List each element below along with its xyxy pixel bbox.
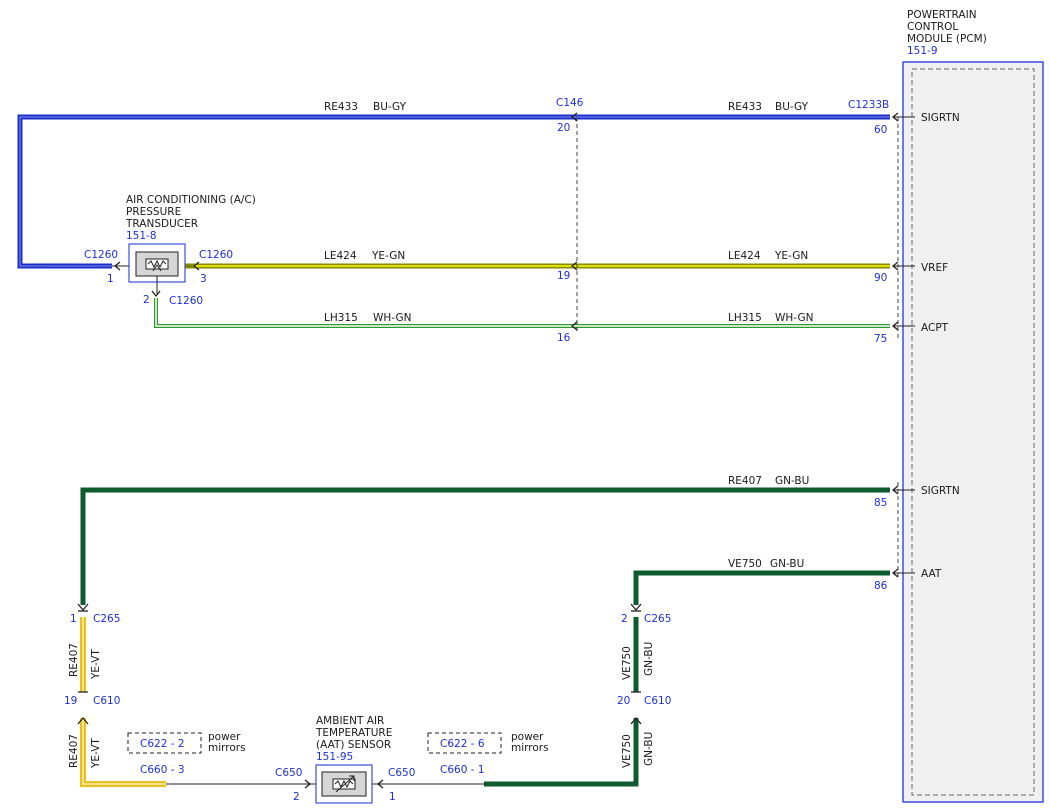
re433-color-left: BU-GY [373,101,407,113]
splice-right-note2: mirrors [511,742,549,754]
re433-circuit-left: RE433 [324,101,358,113]
ac-connector-bottom: C1260 [169,295,203,307]
ve750-color-low: GN-BU [643,732,655,766]
c146-pin-16: 16 [557,332,571,344]
aat-connector-right: C650 [388,767,415,779]
pcm-module: POWERTRAIN CONTROL MODULE (PCM) 151-9 SI… [848,9,1044,803]
pcm-pin-label-sigrtn2: SIGRTN [921,485,960,497]
ac-pin-3: 3 [200,273,207,285]
splice-left-note2: mirrors [208,742,246,754]
re407-circuit-low: RE407 [68,734,80,768]
c146-label: C146 [556,97,584,109]
re433-color-right: BU-GY [775,101,809,113]
ve750-color-top: GN-BU [770,558,804,570]
pcm-pin-90: 90 [874,272,887,284]
pcm-pin-85: 85 [874,497,887,509]
c610-pin-19: 19 [64,695,77,707]
c146-pin-19: 19 [557,270,570,282]
ac-title-line1: AIR CONDITIONING (A/C) [126,194,256,206]
pcm-pin-label-acpt: ACPT [921,322,949,334]
aat-pin-1: 1 [389,791,396,803]
re407-circuit-top: RE407 [728,475,762,487]
pcm-ref: 151-9 [907,45,938,57]
aat-connector-left: C650 [275,767,302,779]
lh315-color-left: WH-GN [373,312,411,324]
c610-label-right: C610 [644,695,671,707]
pcm-pin-75: 75 [874,333,887,345]
c610-label-left: C610 [93,695,120,707]
le424-circuit-right: LE424 [728,250,761,262]
ac-title-line3: TRANSDUCER [125,218,198,230]
aat-title-line3: (AAT) SENSOR [316,739,391,751]
lh315-color-right: WH-GN [775,312,813,324]
le424-color-left: YE-GN [371,250,405,262]
aat-title-line1: AMBIENT AIR [316,715,384,727]
pcm-pin-label-vref: VREF [921,262,948,274]
splice-left: C622 - 2 power mirrors C660 - 3 [127,731,246,776]
pcm-arrows [891,112,899,578]
c265-pin-1: 1 [70,613,77,625]
splice-left-connector: C660 - 3 [140,764,185,776]
ve750-circuit-low: VE750 [621,734,633,768]
re407-color-top: GN-BU [775,475,809,487]
pcm-pin-label-aat: AAT [921,568,942,580]
c265-label-right: C265 [644,613,671,625]
splice-left-ref: C622 - 2 [140,738,185,750]
re407-color-low: YE-VT [90,738,102,769]
aat-ref: 151-95 [316,751,353,763]
ac-ref: 151-8 [126,230,157,242]
c610-pin-20: 20 [617,695,630,707]
ve750-circuit-top: VE750 [728,558,762,570]
ac-connector-right: C1260 [199,249,233,261]
ac-pin-1: 1 [107,273,114,285]
c265-label-left: C265 [93,613,120,625]
lh315-circuit-right: LH315 [728,312,762,324]
aat-title-line2: TEMPERATURE [315,727,392,739]
aat-pin-2: 2 [293,791,300,803]
ve750-circuit-mid: VE750 [621,646,633,680]
c146-pin-20: 20 [557,122,570,134]
c265-pin-2: 2 [621,613,628,625]
ac-pressure-transducer: AIR CONDITIONING (A/C) PRESSURE TRANSDUC… [84,194,256,307]
c265-connector: 1 C265 2 C265 [70,603,671,625]
re407-color-mid: YE-VT [90,649,102,680]
ac-title-line2: PRESSURE [126,206,181,218]
pcm-pin-label-sigrtn1: SIGRTN [921,112,960,124]
ve750-color-mid: GN-BU [643,642,655,676]
re407-circuit-mid: RE407 [68,643,80,677]
wire-le424: LE424 YE-GN LE424 YE-GN [185,250,890,269]
lh315-circuit-left: LH315 [324,312,358,324]
pcm-pin-86: 86 [874,580,888,592]
aat-sensor: AMBIENT AIR TEMPERATURE (AAT) SENSOR 151… [166,715,484,804]
wire-lh315: LH315 WH-GN LH315 WH-GN [154,298,890,328]
pcm-connector-label: C1233B [848,99,889,111]
pcm-title-line1: POWERTRAIN [907,9,977,21]
c146-connector: C146 20 19 16 [556,97,584,344]
le424-color-right: YE-GN [774,250,808,262]
ac-connector-left: C1260 [84,249,118,261]
pcm-title-line2: CONTROL [907,21,958,33]
pcm-pin-60: 60 [874,124,887,136]
le424-circuit-left: LE424 [324,250,357,262]
splice-right-connector: C660 - 1 [440,764,485,776]
splice-right: C622 - 6 power mirrors C660 - 1 [427,731,549,776]
ac-pin-2: 2 [143,294,150,306]
pcm-title-line3: MODULE (PCM) [907,33,987,45]
re433-circuit-right: RE433 [728,101,762,113]
splice-right-ref: C622 - 6 [440,738,485,750]
wiring-diagram: POWERTRAIN CONTROL MODULE (PCM) 151-9 SI… [17,9,1044,804]
